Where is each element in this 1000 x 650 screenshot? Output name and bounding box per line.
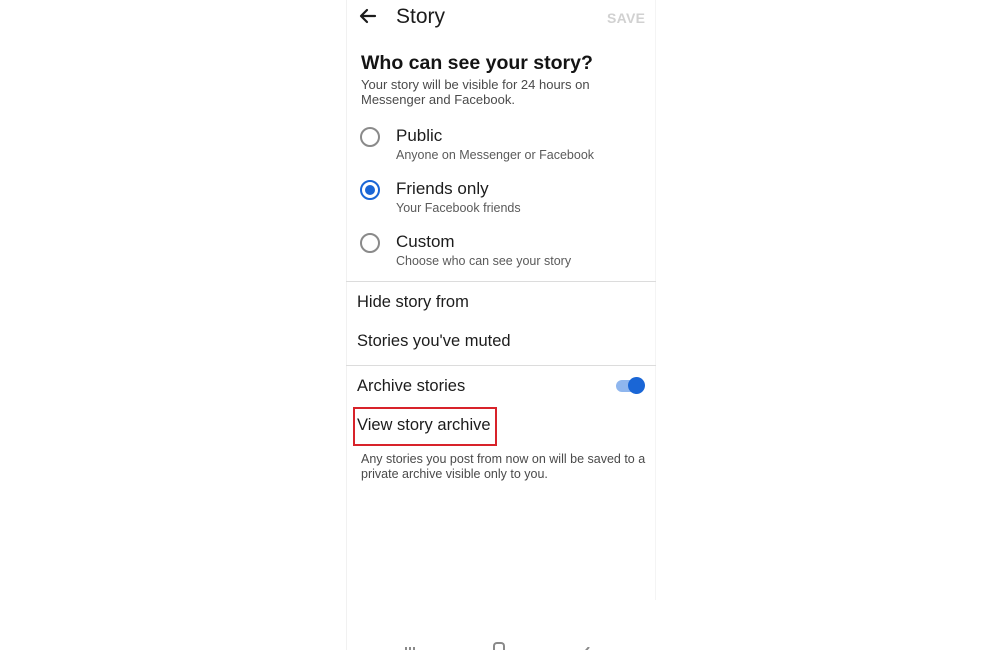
radio-public[interactable] bbox=[360, 127, 380, 147]
option-custom-description: Choose who can see your story bbox=[396, 254, 572, 268]
archive-stories-toggle[interactable] bbox=[616, 376, 645, 396]
archive-stories-label: Archive stories bbox=[357, 377, 466, 395]
section-divider bbox=[346, 281, 656, 282]
option-public[interactable]: Public Anyone on Messenger or Facebook bbox=[358, 126, 648, 172]
audience-description: Your story will be visible for 24 hours … bbox=[361, 77, 590, 107]
hide-story-from-item[interactable]: Hide story from bbox=[357, 293, 469, 312]
option-custom-label: Custom bbox=[396, 232, 455, 251]
screen-edge-left bbox=[346, 0, 347, 650]
audience-heading: Who can see your story? bbox=[361, 52, 593, 74]
page-title: Story bbox=[396, 5, 446, 28]
option-friends-only[interactable]: Friends only Your Facebook friends bbox=[358, 179, 648, 225]
screen-edge-right bbox=[655, 0, 656, 600]
option-public-label: Public bbox=[396, 126, 443, 145]
view-story-archive-item[interactable]: View story archive bbox=[357, 416, 491, 435]
option-friends-only-label: Friends only bbox=[396, 179, 489, 198]
radio-friends-only[interactable] bbox=[360, 180, 380, 200]
option-public-description: Anyone on Messenger or Facebook bbox=[396, 148, 595, 162]
section-divider bbox=[346, 365, 656, 366]
stories-muted-item[interactable]: Stories you've muted bbox=[357, 332, 511, 351]
home-icon[interactable] bbox=[493, 642, 505, 650]
option-friends-only-description: Your Facebook friends bbox=[396, 201, 521, 215]
option-custom[interactable]: Custom Choose who can see your story bbox=[358, 232, 648, 278]
archive-note: Any stories you post from now on will be… bbox=[361, 452, 646, 481]
save-button[interactable]: SAVE bbox=[607, 10, 645, 26]
nav-back-icon[interactable] bbox=[580, 642, 590, 650]
radio-custom[interactable] bbox=[360, 233, 380, 253]
recent-apps-icon[interactable] bbox=[405, 642, 417, 650]
toggle-knob bbox=[628, 377, 645, 394]
back-arrow-icon[interactable] bbox=[356, 4, 380, 28]
